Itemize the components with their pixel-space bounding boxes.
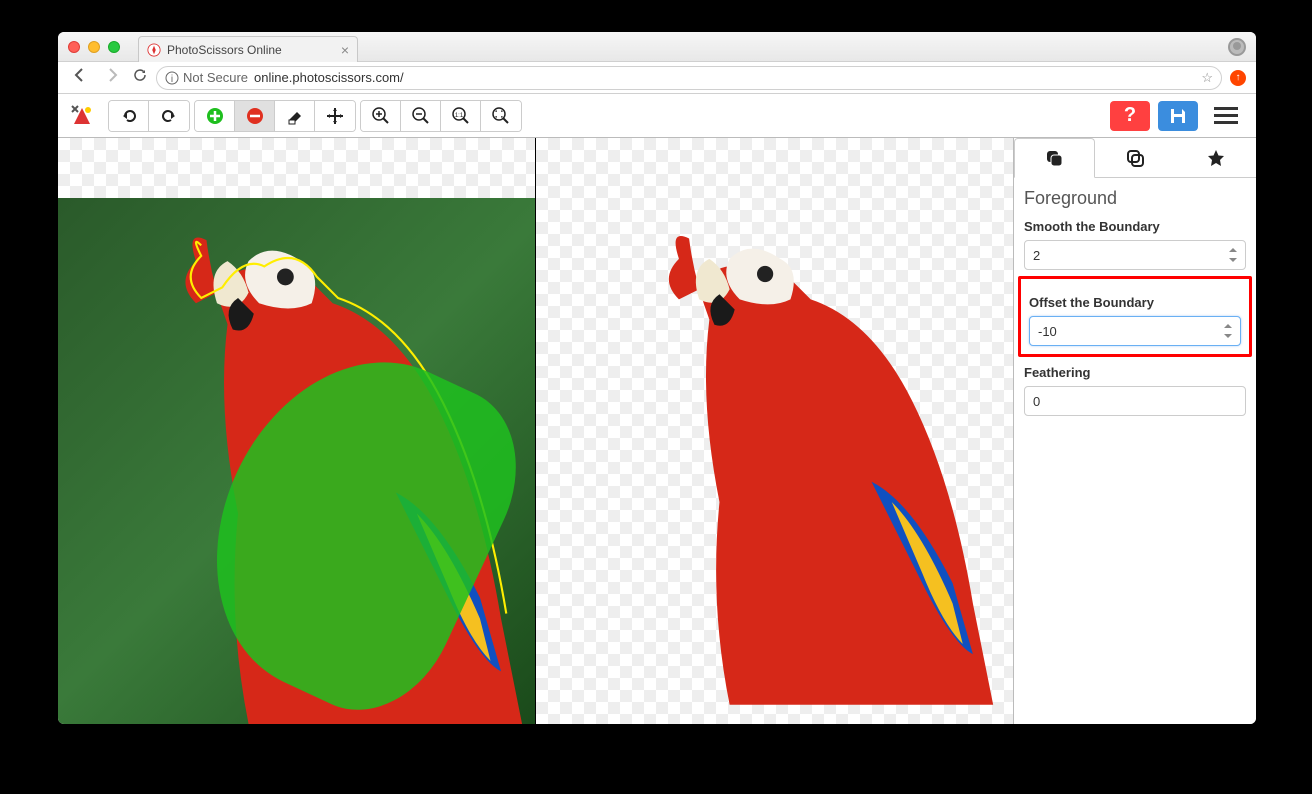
properties-sidebar: Foreground Smooth the Boundary 2 Offset … <box>1013 138 1256 724</box>
app-logo-icon <box>68 102 96 130</box>
smooth-input[interactable]: 2 <box>1024 240 1246 270</box>
zoom-actual-button[interactable]: 1:1 <box>441 101 481 131</box>
source-pane[interactable] <box>58 138 536 724</box>
layers-outline-icon <box>1125 148 1145 168</box>
titlebar: PhotoScissors Online × <box>58 32 1256 62</box>
browser-window: PhotoScissors Online × i Not Secure onli… <box>58 32 1256 724</box>
zoom-in-button[interactable] <box>361 101 401 131</box>
zoom-fit-button[interactable] <box>481 101 521 131</box>
feather-input[interactable]: 0 <box>1024 386 1246 416</box>
window-controls <box>68 41 120 53</box>
offset-highlight: Offset the Boundary -10 <box>1018 276 1252 357</box>
address-bar: i Not Secure online.photoscissors.com/ ☆… <box>58 62 1256 94</box>
extension-icon[interactable]: ↑ <box>1230 70 1246 86</box>
info-icon: i <box>165 71 179 85</box>
tab-title: PhotoScissors Online <box>167 43 282 57</box>
zoom-group: 1:1 <box>360 100 522 132</box>
move-button[interactable] <box>315 101 355 131</box>
layers-filled-icon <box>1044 148 1064 168</box>
foreground-marker-button[interactable] <box>195 101 235 131</box>
svg-text:i: i <box>171 74 173 85</box>
tab-favorites[interactable] <box>1175 138 1256 177</box>
minimize-window-button[interactable] <box>88 41 100 53</box>
eraser-button[interactable] <box>275 101 315 131</box>
hamburger-menu-button[interactable] <box>1206 101 1246 131</box>
offset-label: Offset the Boundary <box>1029 295 1241 310</box>
svg-text:1:1: 1:1 <box>454 113 463 119</box>
star-icon <box>1206 148 1226 168</box>
save-button[interactable] <box>1158 101 1198 131</box>
security-indicator[interactable]: i Not Secure <box>165 70 248 85</box>
tab-background[interactable] <box>1095 138 1176 177</box>
reload-button[interactable] <box>132 67 148 88</box>
feather-label: Feathering <box>1024 365 1246 380</box>
url-text: online.photoscissors.com/ <box>254 70 1201 85</box>
history-group <box>108 100 190 132</box>
content-area: Foreground Smooth the Boundary 2 Offset … <box>58 138 1256 724</box>
back-button[interactable] <box>68 63 92 92</box>
forward-button[interactable] <box>100 63 124 92</box>
result-image <box>608 198 1013 705</box>
tab-foreground[interactable] <box>1014 138 1095 178</box>
url-input[interactable]: i Not Secure online.photoscissors.com/ ☆ <box>156 66 1222 90</box>
stepper-icon[interactable] <box>1224 324 1232 338</box>
offset-input[interactable]: -10 <box>1029 316 1241 346</box>
close-window-button[interactable] <box>68 41 80 53</box>
save-icon <box>1168 106 1188 126</box>
undo-button[interactable] <box>109 101 149 131</box>
sidebar-body: Foreground Smooth the Boundary 2 Offset … <box>1014 178 1256 426</box>
app-toolbar: 1:1 ? <box>58 94 1256 138</box>
zoom-out-button[interactable] <box>401 101 441 131</box>
panel-title: Foreground <box>1024 188 1246 209</box>
browser-tab[interactable]: PhotoScissors Online × <box>138 36 358 62</box>
sidebar-tabs <box>1014 138 1256 178</box>
maximize-window-button[interactable] <box>108 41 120 53</box>
marker-group <box>194 100 356 132</box>
background-marker-button[interactable] <box>235 101 275 131</box>
profile-avatar-icon[interactable] <box>1228 38 1246 56</box>
stepper-icon[interactable] <box>1229 248 1237 262</box>
tab-close-button[interactable]: × <box>341 42 349 58</box>
canvas-area <box>58 138 1013 724</box>
redo-button[interactable] <box>149 101 189 131</box>
bookmark-star-icon[interactable]: ☆ <box>1201 70 1213 86</box>
help-button[interactable]: ? <box>1110 101 1150 131</box>
smooth-label: Smooth the Boundary <box>1024 219 1246 234</box>
favicon-icon <box>147 43 161 57</box>
result-pane[interactable] <box>536 138 1013 724</box>
